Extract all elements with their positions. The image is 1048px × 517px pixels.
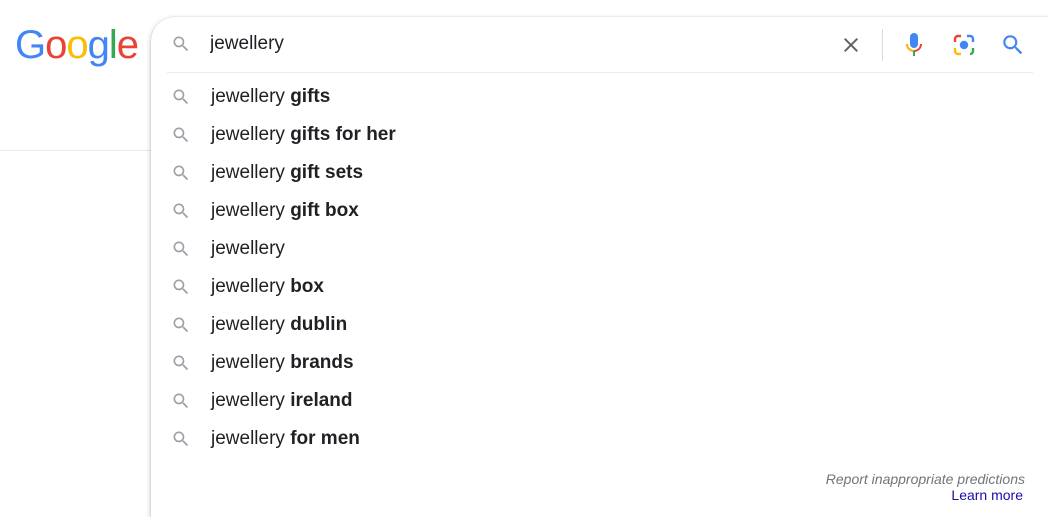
suggestion-prefix: jewellery — [211, 276, 291, 297]
suggestion-item[interactable]: jewellery gifts — [151, 78, 1048, 116]
suggestion-completion: for men — [290, 428, 360, 449]
suggestion-item[interactable]: jewellery dublin — [151, 306, 1048, 344]
suggestion-prefix: jewellery — [211, 352, 291, 373]
suggestion-completion: ireland — [290, 390, 353, 411]
suggestion-prefix: jewellery — [211, 200, 291, 221]
suggestion-completion: dublin — [290, 314, 348, 335]
logo-letter: l — [108, 23, 118, 67]
suggestions-divider — [167, 72, 1033, 73]
suggestion-list: jewellery gifts jewellery gifts for her … — [151, 78, 1048, 458]
google-logo[interactable]: Google — [15, 23, 139, 67]
search-icon — [171, 125, 191, 145]
close-icon[interactable] — [839, 33, 863, 57]
toolbar-divider — [882, 29, 883, 61]
search-icon — [171, 201, 191, 221]
header-divider — [0, 150, 160, 151]
search-bar — [151, 17, 1048, 72]
suggestion-item[interactable]: jewellery ireland — [151, 382, 1048, 420]
suggestion-prefix: jewellery — [211, 314, 291, 335]
suggestion-item[interactable]: jewellery gifts for her — [151, 116, 1048, 154]
suggestion-label: jewellery gifts for her — [211, 123, 396, 147]
suggestion-label: jewellery gifts — [211, 85, 330, 109]
suggestion-completion: box — [290, 276, 324, 297]
search-icon — [171, 87, 191, 107]
search-icon — [171, 163, 191, 183]
suggestion-label: jewellery gift sets — [211, 161, 363, 185]
suggestion-item[interactable]: jewellery — [151, 230, 1048, 268]
search-input[interactable] — [210, 32, 810, 56]
suggestion-prefix: jewellery — [211, 124, 291, 145]
search-icon — [171, 429, 191, 449]
suggestion-item[interactable]: jewellery for men — [151, 420, 1048, 458]
logo-letter: G — [15, 23, 46, 67]
suggestion-completion: gifts — [290, 86, 331, 107]
search-autocomplete-panel: jewellery gifts jewellery gifts for her … — [151, 17, 1048, 517]
search-icon — [171, 277, 191, 297]
suggestion-label: jewellery box — [211, 275, 324, 299]
logo-letter: e — [116, 23, 139, 67]
search-icon — [171, 391, 191, 411]
search-icon — [171, 34, 191, 54]
suggestion-label: jewellery gift box — [211, 199, 359, 223]
suggestion-completion: gifts for her — [290, 124, 396, 145]
suggestion-completion: brands — [290, 352, 354, 373]
suggestion-label: jewellery brands — [211, 351, 354, 375]
search-submit-icon[interactable] — [1000, 32, 1026, 58]
microphone-icon[interactable] — [902, 31, 926, 59]
search-icon — [171, 239, 191, 259]
suggestion-item[interactable]: jewellery brands — [151, 344, 1048, 382]
suggestion-label: jewellery dublin — [211, 313, 347, 337]
logo-letter: g — [87, 23, 110, 67]
camera-lens-icon[interactable] — [951, 32, 977, 58]
logo-letter: o — [66, 23, 88, 67]
suggestion-label: jewellery ireland — [211, 389, 353, 413]
suggestion-completion: gift box — [290, 200, 359, 221]
search-icon — [171, 353, 191, 373]
logo-letter: o — [45, 23, 67, 67]
suggestion-item[interactable]: jewellery gift box — [151, 192, 1048, 230]
suggestion-label: jewellery for men — [211, 427, 360, 451]
suggestion-prefix: jewellery — [211, 86, 291, 107]
suggestion-item[interactable]: jewellery gift sets — [151, 154, 1048, 192]
search-icon — [171, 315, 191, 335]
learn-more-link[interactable]: Learn more — [951, 486, 1023, 504]
suggestion-prefix: jewellery — [211, 428, 291, 449]
suggestion-label: jewellery — [211, 237, 285, 261]
suggestion-prefix: jewellery — [211, 390, 291, 411]
suggestion-prefix: jewellery — [211, 238, 285, 259]
suggestion-completion: gift sets — [290, 162, 364, 183]
suggestion-item[interactable]: jewellery box — [151, 268, 1048, 306]
suggestion-prefix: jewellery — [211, 162, 291, 183]
